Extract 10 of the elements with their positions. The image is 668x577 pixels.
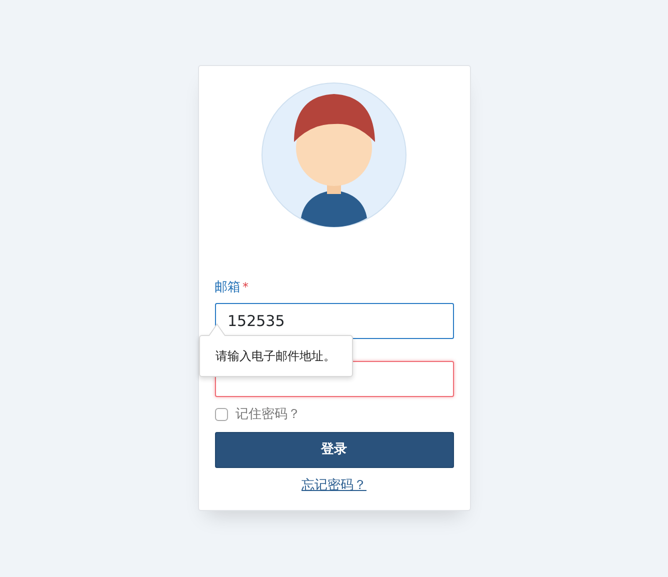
remember-checkbox[interactable]: 记住密码？ xyxy=(214,404,454,424)
email-field[interactable]: 152535 xyxy=(214,302,454,338)
email-label: 邮箱 xyxy=(214,279,240,297)
required-mark: * xyxy=(242,280,248,294)
login-button[interactable]: 登录 xyxy=(214,432,454,468)
forgot-password-link[interactable]: 忘记密码？ xyxy=(302,478,366,493)
remember-label: 记住密码？ xyxy=(236,406,300,424)
checkbox[interactable] xyxy=(214,408,228,421)
avatar-icon xyxy=(261,82,407,228)
tooltip-text: 请输入电子邮件地址。 xyxy=(216,349,336,363)
